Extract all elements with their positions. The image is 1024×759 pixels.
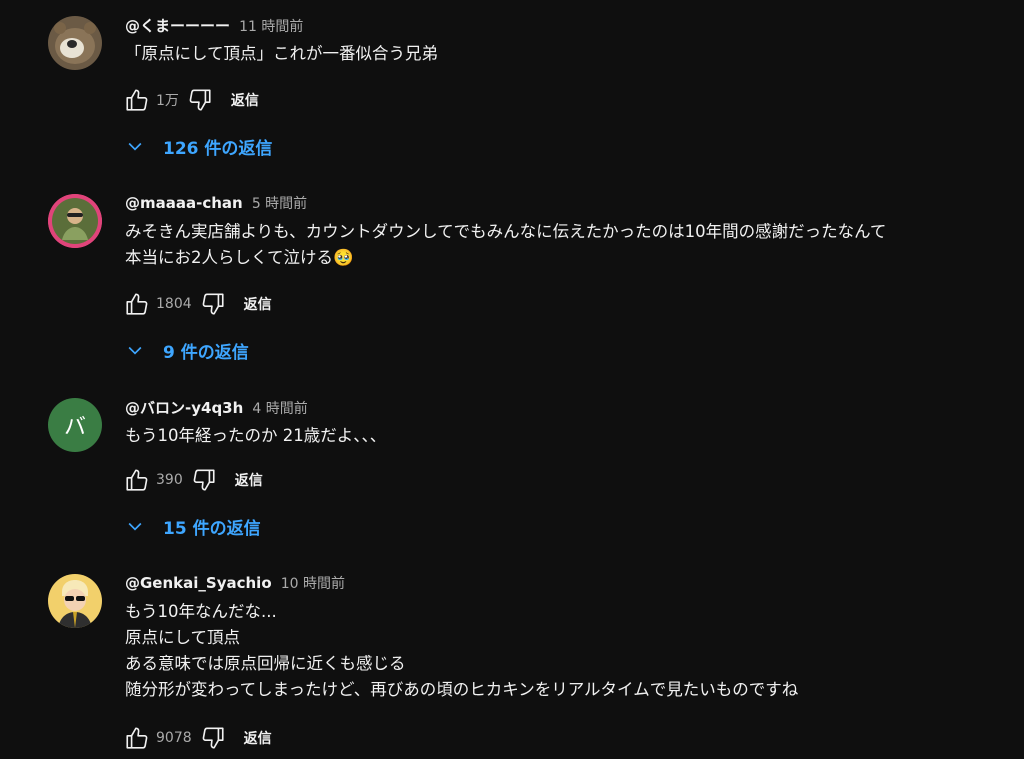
like-button[interactable] bbox=[122, 465, 152, 495]
like-count: 1万 bbox=[156, 93, 179, 109]
dislike-button[interactable] bbox=[198, 289, 228, 319]
view-replies-button[interactable]: 15 件の返信 bbox=[125, 508, 261, 544]
chevron-down-icon bbox=[128, 522, 142, 531]
avatar[interactable] bbox=[48, 574, 102, 628]
reply-button[interactable]: 返信 bbox=[244, 728, 272, 748]
thumbs-up-icon bbox=[126, 469, 148, 491]
comment-actions: 1804 返信 bbox=[122, 289, 272, 319]
like-button[interactable] bbox=[122, 723, 152, 753]
thumbs-up-icon bbox=[126, 89, 148, 111]
comment-time[interactable]: 11 時間前 bbox=[239, 19, 303, 35]
replies-label: 15 件の返信 bbox=[163, 518, 261, 539]
thumbs-down-icon bbox=[202, 293, 224, 315]
like-button[interactable] bbox=[122, 289, 152, 319]
avatar[interactable] bbox=[48, 16, 102, 70]
comment-time[interactable]: 4 時間前 bbox=[252, 401, 307, 417]
avatar-letter: バ bbox=[63, 415, 86, 440]
like-count: 1804 bbox=[156, 296, 192, 312]
replies-label: 9 件の返信 bbox=[163, 342, 249, 363]
reply-button[interactable]: 返信 bbox=[231, 90, 259, 110]
comment-line: 原点にして頂点 bbox=[125, 628, 241, 647]
view-replies-button[interactable]: 126 件の返信 bbox=[125, 128, 272, 164]
avatar[interactable]: バ bbox=[48, 398, 102, 452]
like-button[interactable] bbox=[122, 85, 152, 115]
like-count: 9078 bbox=[156, 730, 192, 746]
thumbs-down-icon bbox=[193, 469, 215, 491]
comment-time[interactable]: 10 時間前 bbox=[281, 576, 345, 592]
comment-time[interactable]: 5 時間前 bbox=[252, 196, 307, 212]
dislike-button[interactable] bbox=[185, 85, 215, 115]
comment-actions: 1万 返信 bbox=[122, 85, 259, 115]
sunglasses-person-avatar-icon bbox=[48, 574, 102, 628]
bear-avatar-icon bbox=[48, 16, 102, 70]
comment-author[interactable]: @Genkai_Syachio bbox=[125, 574, 272, 592]
comment-line: 随分形が変わってしまったけど、再びあの頃のヒカキンをリアルタイムで見たいものです… bbox=[125, 680, 799, 699]
thumbs-down-icon bbox=[202, 727, 224, 749]
avatar[interactable] bbox=[48, 194, 102, 248]
person-avatar-icon bbox=[48, 194, 102, 248]
comment-author[interactable]: @maaaa-chan bbox=[125, 194, 243, 212]
comment-line: もう10年経ったのか 21歳だよ、、、 bbox=[125, 426, 387, 445]
replies-label: 126 件の返信 bbox=[163, 138, 273, 159]
comment-line: 本当にお2人らしくて泣ける🥹 bbox=[125, 248, 354, 267]
comment-actions: 9078 返信 bbox=[122, 723, 272, 753]
like-count: 390 bbox=[156, 472, 183, 488]
comment-author[interactable]: @バロン-y4q3h bbox=[125, 399, 243, 417]
chevron-down-icon bbox=[128, 346, 142, 355]
comment-actions: 390 返信 bbox=[122, 465, 263, 495]
comment-author[interactable]: @くまーーーー bbox=[125, 17, 230, 35]
dislike-button[interactable] bbox=[198, 723, 228, 753]
thumbs-up-icon bbox=[126, 727, 148, 749]
thumbs-up-icon bbox=[126, 293, 148, 315]
comment-text: もう10年なんだな... 原点にして頂点 ある意味では原点回帰に近くも感じる 随… bbox=[125, 599, 1015, 703]
thumbs-down-icon bbox=[189, 89, 211, 111]
comment-text: 「原点にして頂点」これが一番似合う兄弟 bbox=[125, 41, 1015, 67]
comment-text: みそきん実店舗よりも、カウントダウンしてでもみんなに伝えたかったのは10年間の感… bbox=[125, 219, 1015, 271]
comment-text: もう10年経ったのか 21歳だよ、、、 bbox=[125, 423, 1015, 449]
comment-line: 「原点にして頂点」これが一番似合う兄弟 bbox=[125, 44, 439, 63]
dislike-button[interactable] bbox=[189, 465, 219, 495]
comment-line: ある意味では原点回帰に近くも感じる bbox=[125, 654, 406, 673]
chevron-down-icon bbox=[128, 142, 142, 151]
view-replies-button[interactable]: 9 件の返信 bbox=[125, 332, 249, 368]
reply-button[interactable]: 返信 bbox=[235, 470, 263, 490]
reply-button[interactable]: 返信 bbox=[244, 294, 272, 314]
comment-line: もう10年なんだな... bbox=[125, 602, 277, 621]
comment-line: みそきん実店舗よりも、カウントダウンしてでもみんなに伝えたかったのは10年間の感… bbox=[125, 222, 887, 241]
